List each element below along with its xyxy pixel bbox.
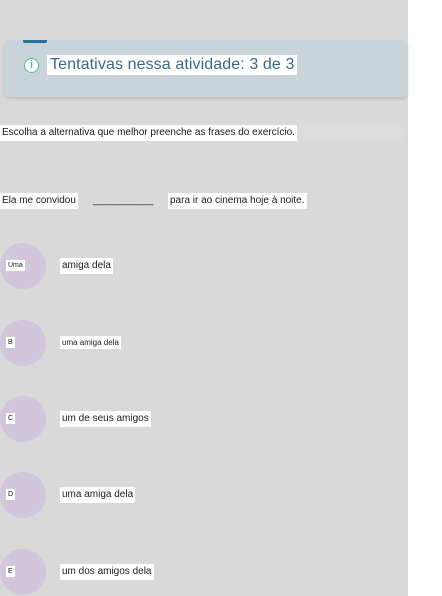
right-edge-panel [408,0,442,596]
sentence-blank: ____________ [93,195,153,206]
option-c[interactable]: C um de seus amigos [0,396,300,442]
card-accent-bar [23,40,47,43]
sentence-before-blank: Ela me convidou [0,193,78,209]
option-b-letter: B [6,337,15,348]
attempts-text: Tentativas nessa atividade: 3 de 3 [47,55,298,75]
option-a-text[interactable]: amiga dela [60,258,113,274]
option-d[interactable]: D uma amiga dela [0,472,300,518]
option-b[interactable]: B uma amiga dela [0,320,300,366]
info-icon: i [24,57,39,73]
option-e-text[interactable]: um dos amigos dela [60,564,154,580]
attempts-info-card: i Tentativas nessa atividade: 3 de 3 [4,40,408,97]
option-a[interactable]: Uma amiga dela [0,243,300,289]
option-a-letter: Uma [6,260,25,271]
attempts-info-line: i Tentativas nessa atividade: 3 de 3 [24,54,298,76]
option-c-text[interactable]: um de seus amigos [60,411,151,427]
option-e-letter: E [6,566,15,577]
sentence-after-blank: para ir ao cinema hoje à noite. [168,193,307,209]
option-b-text[interactable]: uma amiga dela [60,336,121,349]
option-d-text[interactable]: uma amiga dela [60,487,136,503]
option-e[interactable]: E um dos amigos dela [0,549,300,595]
option-c-letter: C [6,413,16,424]
question-instruction: Escolha a alternativa que melhor preench… [0,125,297,141]
option-d-letter: D [6,489,16,500]
